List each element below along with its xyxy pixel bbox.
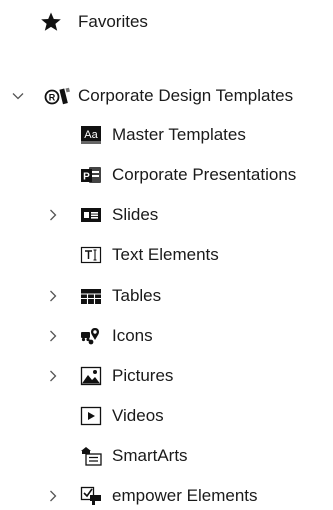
- picture-icon: [80, 366, 102, 386]
- chevron-right-icon[interactable]: [46, 329, 60, 343]
- powerpoint-icon: P: [80, 165, 102, 185]
- svg-text:R: R: [49, 93, 56, 103]
- star-icon: [40, 12, 62, 32]
- tree-item-empower-elements[interactable]: empower Elements: [0, 482, 333, 510]
- tree-item-pictures[interactable]: Pictures: [0, 362, 333, 390]
- tree-item-label: Slides: [112, 205, 159, 224]
- chevron-down-icon[interactable]: [11, 89, 25, 103]
- slide-layout-icon: [80, 205, 102, 225]
- svg-text:P: P: [83, 172, 90, 183]
- tree-item-label: Pictures: [112, 366, 174, 385]
- tree-item-label: SmartArts: [112, 446, 188, 465]
- tree-item-text-elements[interactable]: Text Elements: [0, 241, 333, 269]
- tree-item-label: Favorites: [78, 12, 148, 31]
- tree-item-videos[interactable]: Videos: [0, 402, 333, 430]
- tree-item-slides[interactable]: Slides: [0, 201, 333, 229]
- text-box-icon: [80, 245, 102, 265]
- tree-item-label: Corporate Presentations: [112, 165, 297, 184]
- tree-item-master-templates[interactable]: Aa Master Templates: [0, 121, 333, 149]
- chevron-right-icon[interactable]: [46, 369, 60, 383]
- table-icon: [80, 286, 102, 306]
- tree-item-smartarts[interactable]: SmartArts: [0, 442, 333, 470]
- icon-set-icon: [80, 326, 102, 346]
- tree-item-label: Master Templates: [112, 125, 246, 144]
- brand-logo-icon: R: [44, 86, 74, 106]
- chevron-right-icon[interactable]: [46, 489, 60, 503]
- video-icon: [80, 406, 102, 426]
- tree-item-label: Corporate Design Templates: [78, 86, 294, 105]
- chevron-right-icon[interactable]: [46, 208, 60, 222]
- tree-item-label: Text Elements: [112, 245, 219, 264]
- tree-item-tables[interactable]: Tables: [0, 282, 333, 310]
- chevron-right-icon[interactable]: [46, 289, 60, 303]
- tree-item-label: empower Elements: [112, 486, 258, 505]
- tree-item-label: Videos: [112, 406, 164, 425]
- tree-item-favorites[interactable]: Favorites: [0, 8, 333, 36]
- smartart-icon: [80, 446, 102, 466]
- tree-item-icons[interactable]: Icons: [0, 322, 333, 350]
- empower-elements-icon: [80, 486, 102, 506]
- tree-item-corporate-design-templates[interactable]: R Corporate Design Templates: [0, 82, 333, 110]
- font-sample-icon: Aa: [80, 125, 102, 145]
- svg-text:Aa: Aa: [84, 129, 98, 141]
- tree-item-corporate-presentations[interactable]: P Corporate Presentations: [0, 161, 333, 189]
- tree-item-label: Icons: [112, 326, 153, 345]
- tree-item-label: Tables: [112, 286, 162, 305]
